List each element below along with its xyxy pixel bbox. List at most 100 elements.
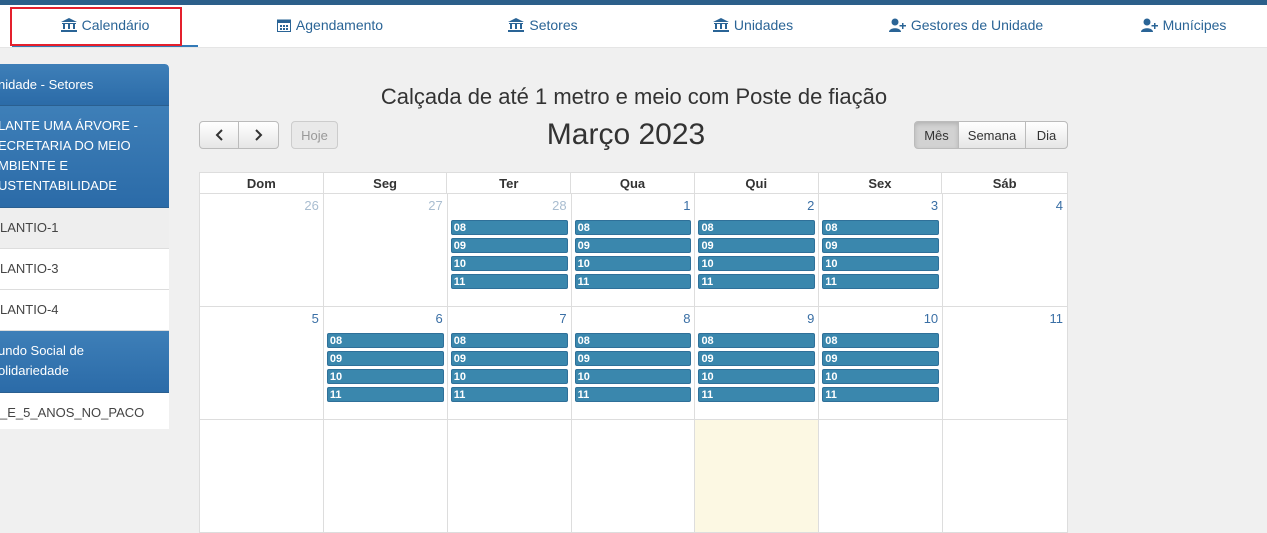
calendar-event[interactable]: 11 [822, 274, 940, 289]
calendar-event[interactable]: 10 [574, 369, 692, 384]
calendar-event[interactable]: 08 [698, 220, 816, 235]
calendar-event[interactable]: 10 [326, 369, 444, 384]
calendar-event[interactable]: 09 [450, 351, 568, 366]
day-cell[interactable]: 28 08 09 10 11 [447, 194, 572, 307]
nav-gestores-de-unidade[interactable]: Gestores de Unidade [873, 5, 1059, 45]
day-cell[interactable]: 11 [943, 307, 1069, 420]
day-number[interactable]: 2 [807, 198, 814, 213]
prev-month-button[interactable] [199, 121, 239, 149]
day-number[interactable]: 9 [807, 311, 814, 326]
calendar-event[interactable]: 10 [822, 369, 940, 384]
day-number[interactable]: 10 [924, 311, 938, 326]
calendar-event[interactable]: 08 [450, 333, 568, 348]
nav-calendario[interactable]: Calendário [12, 5, 198, 47]
calendar-event[interactable]: 08 [574, 333, 692, 348]
calendar-event[interactable]: 11 [326, 387, 444, 402]
calendar-event[interactable]: 08 [698, 333, 816, 348]
view-week-button[interactable]: Semana [958, 121, 1026, 149]
nav-unidades[interactable]: Unidades [663, 5, 843, 45]
day-cell[interactable]: 4 [943, 194, 1069, 307]
calendar-event[interactable]: 09 [822, 238, 940, 253]
day-number[interactable]: 1 [683, 198, 690, 213]
day-cell[interactable]: 8 08 09 10 11 [571, 307, 696, 420]
day-events: 08 09 10 11 [450, 333, 568, 405]
nav-municipes[interactable]: Munícipes [1100, 5, 1267, 45]
day-cell[interactable]: 6 08 09 10 11 [323, 307, 448, 420]
nav-setores[interactable]: Setores [453, 5, 633, 45]
day-number[interactable]: 4 [1056, 198, 1063, 213]
day-number[interactable]: 6 [435, 311, 442, 326]
page-title: Calçada de até 1 metro e meio com Poste … [380, 84, 888, 109]
day-cell[interactable] [571, 420, 696, 533]
sidebar-item[interactable]: LANTIO-3 [0, 249, 169, 290]
calendar-event[interactable]: 11 [450, 387, 568, 402]
day-cell[interactable]: 1 08 09 10 11 [571, 194, 696, 307]
calendar-event[interactable]: 11 [574, 274, 692, 289]
today-button[interactable]: Hoje [291, 121, 338, 149]
day-cell[interactable]: 27 [323, 194, 448, 307]
day-cell[interactable]: 9 08 09 10 11 [695, 307, 820, 420]
weekday-header: Sex [819, 173, 943, 193]
day-cell[interactable] [200, 420, 324, 533]
calendar-event[interactable]: 10 [450, 256, 568, 271]
day-cell[interactable]: 3 08 09 10 11 [819, 194, 944, 307]
day-number[interactable]: 3 [931, 198, 938, 213]
day-cell[interactable]: 7 08 09 10 11 [447, 307, 572, 420]
calendar-event[interactable]: 09 [574, 351, 692, 366]
day-cell[interactable]: 5 [200, 307, 324, 420]
nav-agendamento[interactable]: Agendamento [240, 5, 420, 45]
day-number[interactable]: 5 [312, 311, 319, 326]
calendar-event[interactable]: 11 [450, 274, 568, 289]
day-cell[interactable] [447, 420, 572, 533]
calendar-event[interactable]: 09 [698, 238, 816, 253]
day-number[interactable]: 7 [559, 311, 566, 326]
calendar-event[interactable]: 09 [698, 351, 816, 366]
calendar-event[interactable]: 11 [698, 274, 816, 289]
day-cell[interactable] [819, 420, 944, 533]
sidebar-item[interactable]: LANTIO-1 [0, 208, 169, 249]
day-cell[interactable]: 26 [200, 194, 324, 307]
calendar-event[interactable]: 11 [822, 387, 940, 402]
month-calendar-grid: Dom Seg Ter Qua Qui Sex Sáb 26 27 28 08 09 10 11 1 08 0… [199, 172, 1069, 533]
day-cell[interactable] [695, 420, 820, 533]
calendar-event[interactable]: 09 [326, 351, 444, 366]
day-cell[interactable] [323, 420, 448, 533]
nav-label: Agendamento [295, 17, 384, 33]
sidebar-item[interactable]: _E_5_ANOS_NO_PACO [0, 393, 169, 429]
day-events: 08 09 10 11 [326, 333, 444, 405]
day-cell[interactable]: 2 08 09 10 11 [695, 194, 820, 307]
calendar-event[interactable]: 09 [450, 238, 568, 253]
calendar-event[interactable]: 08 [822, 333, 940, 348]
day-cell[interactable] [943, 420, 1069, 533]
calendar-event[interactable]: 09 [574, 238, 692, 253]
calendar-event[interactable]: 11 [574, 387, 692, 402]
calendar-event[interactable]: 10 [822, 256, 940, 271]
day-number[interactable]: 11 [1050, 311, 1064, 326]
calendar-event[interactable]: 10 [698, 369, 816, 384]
sidebar-group-header[interactable]: LANTE UMA ÁRVORE - ECRETARIA DO MEIO MBI… [0, 106, 169, 208]
calendar-event[interactable]: 11 [698, 387, 816, 402]
calendar-event[interactable]: 08 [822, 220, 940, 235]
month-title: Março 2023 [546, 118, 706, 151]
next-month-button[interactable] [238, 121, 279, 149]
sidebar-group-header[interactable]: undo Social de olidariedade [0, 331, 169, 393]
calendar-event[interactable]: 08 [450, 220, 568, 235]
calendar-event[interactable]: 10 [450, 369, 568, 384]
sidebar-group-header[interactable]: nidade - Setores [0, 64, 169, 106]
day-number[interactable]: 27 [428, 198, 442, 213]
day-cell[interactable]: 10 08 09 10 11 [819, 307, 944, 420]
day-number[interactable]: 26 [304, 198, 318, 213]
calendar-event[interactable]: 09 [822, 351, 940, 366]
view-month-button[interactable]: Mês [914, 121, 959, 149]
sidebar-item[interactable]: LANTIO-4 [0, 290, 169, 331]
day-number[interactable]: 28 [552, 198, 566, 213]
view-day-button[interactable]: Dia [1025, 121, 1068, 149]
calendar-event[interactable]: 08 [574, 220, 692, 235]
calendar-event[interactable]: 10 [574, 256, 692, 271]
day-number[interactable]: 8 [683, 311, 690, 326]
week-row: 5 6 08 09 10 11 7 08 09 10 11 8 08 09 10 11 9 08 09 10 11 10 0… [199, 307, 1069, 420]
calendar-event[interactable]: 08 [326, 333, 444, 348]
calendar-event[interactable]: 10 [698, 256, 816, 271]
nav-label: Calendário [81, 17, 150, 33]
day-events: 08 09 10 11 [822, 333, 940, 405]
